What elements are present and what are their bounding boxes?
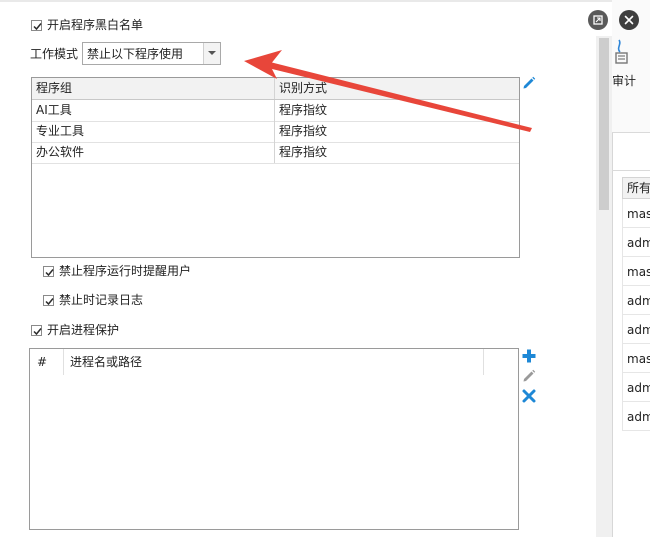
- column-header-index[interactable]: #: [37, 349, 62, 375]
- delete-process-button[interactable]: [521, 388, 537, 404]
- blacklist-enable-checkbox[interactable]: [31, 20, 42, 31]
- column-divider: [63, 349, 64, 375]
- process-protection-label[interactable]: 开启进程保护: [47, 322, 119, 338]
- table-row[interactable]: 办公软件 程序指纹: [32, 142, 519, 164]
- blacklist-enable-label[interactable]: 开启程序黑白名单: [47, 17, 143, 33]
- cell-program-group: 专业工具: [32, 121, 275, 142]
- audit-toolbar-label[interactable]: 审计: [612, 73, 636, 89]
- background-column-header-label: 所有: [627, 181, 650, 195]
- scrollbar-thumb[interactable]: [599, 38, 609, 210]
- work-mode-value: 禁止以下程序使用: [87, 47, 184, 61]
- log-record-checkbox[interactable]: [43, 295, 54, 306]
- edit-process-button[interactable]: [521, 368, 537, 384]
- checkmark-icon: [33, 23, 42, 31]
- background-cell: adm: [627, 236, 650, 250]
- toolbar-divider: [612, 132, 650, 133]
- background-cell: mas: [627, 265, 650, 279]
- background-cell: mas: [627, 207, 650, 221]
- work-mode-dropdown[interactable]: 禁止以下程序使用: [82, 42, 221, 65]
- background-cell: mas: [627, 352, 650, 366]
- background-cell: adm: [627, 294, 650, 308]
- add-process-button[interactable]: [521, 348, 537, 364]
- cell-program-group: AI工具: [32, 100, 275, 121]
- restore-icon: [593, 15, 603, 25]
- delete-icon: [522, 389, 536, 403]
- annotation-arrow: [244, 50, 532, 132]
- process-protection-checkbox[interactable]: [31, 325, 42, 336]
- column-divider: [483, 349, 484, 375]
- notify-user-label[interactable]: 禁止程序运行时提醒用户: [59, 263, 191, 279]
- dropdown-button[interactable]: [203, 43, 220, 64]
- close-button[interactable]: [619, 10, 639, 30]
- panel-top-border: [0, 0, 612, 2]
- checkmark-icon: [45, 269, 54, 277]
- cell-program-group: 办公软件: [32, 142, 275, 163]
- restore-button[interactable]: [588, 10, 608, 30]
- close-icon: [624, 15, 634, 25]
- column-header-process-path[interactable]: 进程名或路径: [70, 349, 470, 375]
- checkmark-icon: [33, 328, 42, 336]
- checkmark-icon: [45, 298, 54, 306]
- audit-toolbar-icon[interactable]: [612, 38, 634, 64]
- work-mode-label: 工作模式: [30, 47, 79, 61]
- cell-identify-method: 程序指纹: [279, 145, 328, 159]
- dropdown-arrow-icon: [208, 51, 216, 55]
- notify-user-checkbox[interactable]: [43, 266, 54, 277]
- log-record-label[interactable]: 禁止时记录日志: [59, 292, 143, 308]
- edit-icon: [523, 369, 536, 382]
- column-header-program-group[interactable]: 程序组: [32, 78, 275, 99]
- background-cell: adm: [627, 410, 650, 424]
- toolbar-divider: [612, 170, 650, 171]
- add-icon: [522, 349, 536, 363]
- annotation-arrow-shaft: [268, 62, 532, 132]
- background-cell: adm: [627, 323, 650, 337]
- process-protection-table[interactable]: # 进程名或路径: [29, 348, 519, 530]
- background-cell: adm: [627, 381, 650, 395]
- table-header-row: # 进程名或路径: [30, 349, 518, 375]
